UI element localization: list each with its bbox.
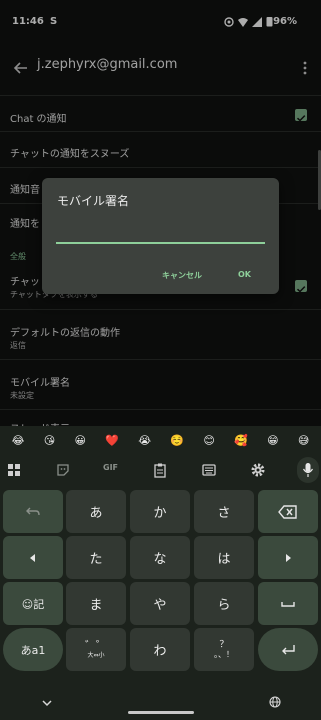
emoji-suggestion[interactable]: 😘 (44, 435, 55, 446)
gear-icon[interactable] (250, 462, 266, 478)
emoji-suggestion[interactable]: 🥰 (234, 435, 248, 446)
cursor-right-key[interactable] (258, 536, 318, 579)
key-ha[interactable]: は (194, 536, 254, 579)
emoji-suggestion-row: 😂 😘 😀 ❤️ 😭 ☺️ 😊 🥰 😁 😅 (0, 426, 321, 454)
emoji-suggestion[interactable]: 😂 (12, 435, 25, 446)
chevron-down-icon[interactable] (40, 698, 54, 708)
cursor-left-key[interactable] (3, 536, 63, 579)
signature-input[interactable] (56, 222, 265, 244)
emoji-kigo-key[interactable]: ☺記 (3, 582, 63, 625)
key-ya[interactable]: や (130, 582, 190, 625)
emoji-suggestion[interactable]: ❤️ (105, 435, 119, 446)
enter-icon (282, 644, 295, 654)
home-handle[interactable] (128, 711, 194, 714)
dakuten-label: ゛゜ (85, 639, 107, 652)
clipboard-icon[interactable] (152, 462, 168, 478)
mic-icon (302, 463, 314, 477)
punctuation-label: ？ (219, 639, 229, 650)
globe-icon[interactable] (269, 696, 281, 708)
emoji-suggestion[interactable]: ☺️ (170, 435, 184, 446)
space-key[interactable] (258, 582, 318, 625)
gif-button[interactable]: GIF (103, 463, 118, 472)
key-ra[interactable]: ら (194, 582, 254, 625)
key-na[interactable]: な (130, 536, 190, 579)
emoji-suggestion[interactable]: 😁 (267, 435, 278, 446)
emoji-suggestion[interactable]: 😊 (203, 435, 214, 446)
keyboard-toolbar: GIF (0, 454, 321, 486)
key-wa[interactable]: わ (130, 628, 190, 671)
undo-icon (26, 507, 40, 515)
key-ta[interactable]: た (66, 536, 126, 579)
key-a[interactable]: あ (66, 490, 126, 533)
emoji-suggestion[interactable]: 😅 (298, 435, 309, 446)
enter-key[interactable] (258, 628, 318, 671)
key-ma[interactable]: ま (66, 582, 126, 625)
dakuten-key[interactable]: ゛゜ 大⇔小 (66, 628, 126, 671)
ok-button[interactable]: OK (238, 270, 251, 279)
keyboard-layout-icon[interactable] (201, 462, 217, 478)
dakuten-sub-label: 大⇔小 (87, 652, 105, 659)
emoji-suggestion[interactable]: 😭 (138, 435, 151, 446)
space-icon (281, 601, 295, 607)
keyboard: GIF あ か さ た な は ☺記 ま や ら あa1 ゛゜ 大⇔小 わ ？ … (0, 454, 321, 720)
backspace-icon (278, 504, 297, 519)
signature-dialog: モバイル署名 キャンセル OK (42, 178, 279, 294)
right-arrow-icon (286, 553, 291, 562)
emoji-suggestion[interactable]: 😀 (75, 435, 86, 446)
undo-key[interactable] (3, 490, 63, 533)
input-mode-key[interactable]: あa1 (3, 628, 63, 671)
cancel-button[interactable]: キャンセル (162, 270, 202, 281)
key-sa[interactable]: さ (194, 490, 254, 533)
dialog-title: モバイル署名 (57, 194, 130, 208)
navigation-bar (0, 686, 321, 720)
mic-button[interactable] (297, 457, 319, 483)
punctuation-sub-label: 。、！ (214, 649, 234, 659)
key-ka[interactable]: か (130, 490, 190, 533)
apps-grid-icon[interactable] (6, 462, 22, 478)
punctuation-key[interactable]: ？ 。、！ (194, 628, 254, 671)
sticker-icon[interactable] (55, 462, 71, 478)
backspace-key[interactable] (258, 490, 318, 533)
left-arrow-icon (30, 553, 35, 562)
